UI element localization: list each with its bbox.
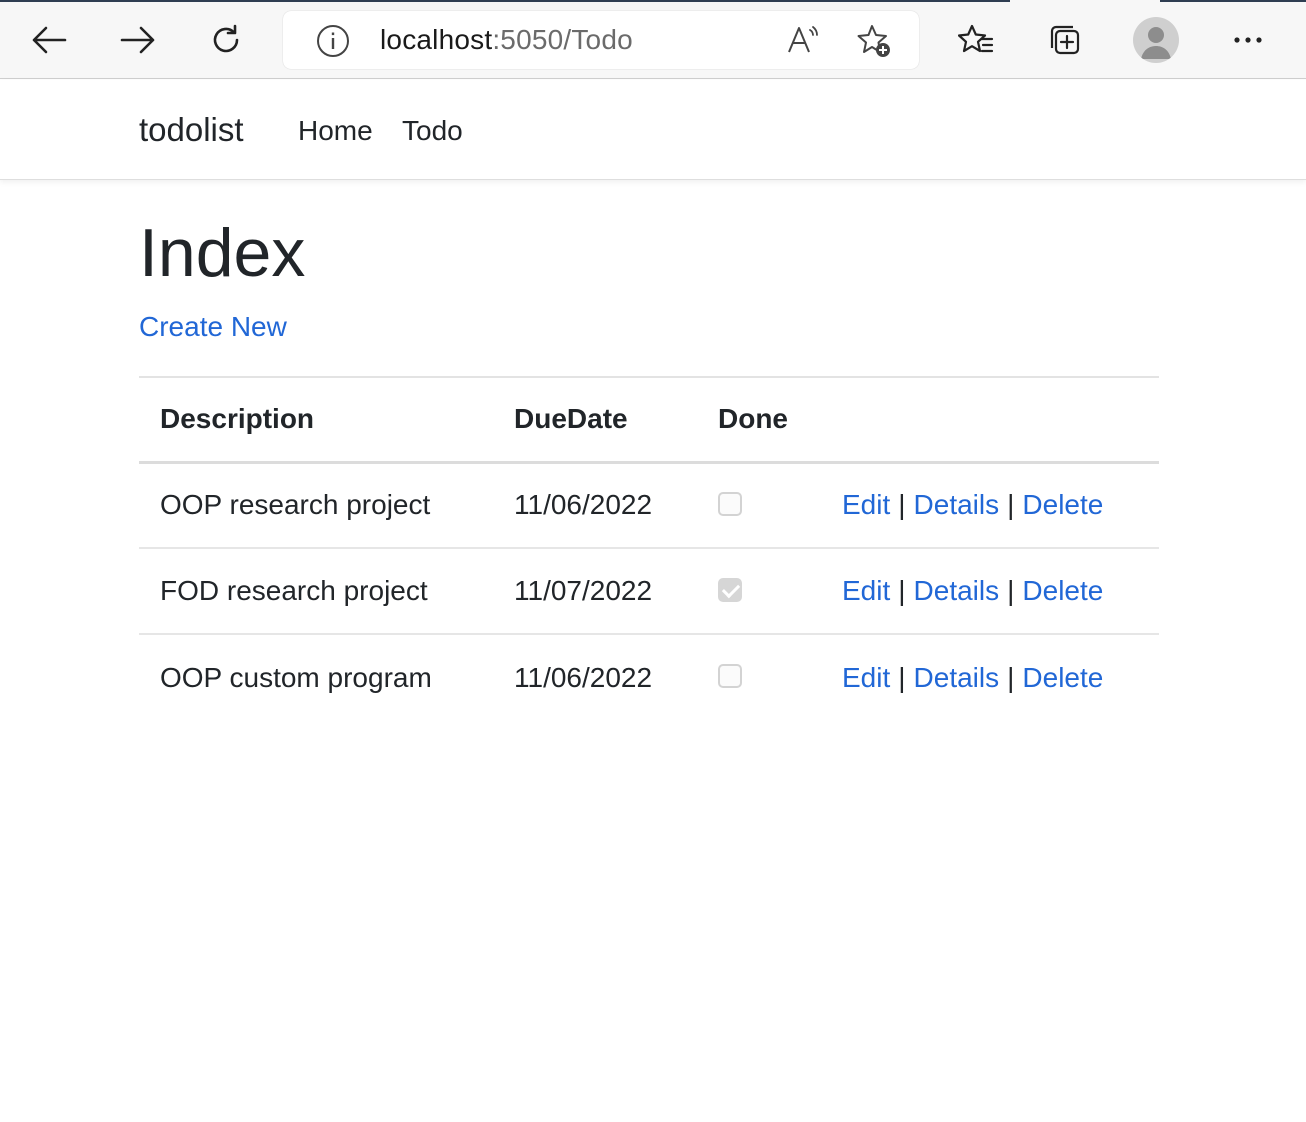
column-header-done: Done [718, 403, 788, 435]
address-url[interactable]: localhost:5050/Todo [380, 24, 633, 56]
nav-link-todo[interactable]: Todo [402, 115, 463, 147]
site-navbar: todolist Home Todo [0, 80, 1306, 180]
column-header-duedate: DueDate [514, 403, 628, 435]
action-separator: | [1007, 575, 1015, 606]
action-separator: | [1007, 661, 1015, 693]
row-actions: Edit | Details | Delete [842, 634, 1159, 720]
delete-link[interactable]: Delete [1022, 489, 1103, 520]
favorites-icon[interactable] [956, 20, 996, 60]
details-link[interactable]: Details [914, 575, 1000, 606]
read-aloud-icon[interactable] [786, 23, 820, 62]
forward-arrow-icon[interactable] [118, 20, 158, 60]
brand-link[interactable]: todolist [139, 112, 244, 148]
address-bar[interactable]: localhost:5050/Todo [283, 11, 919, 69]
edit-link[interactable]: Edit [842, 575, 890, 606]
more-options-icon[interactable] [1228, 20, 1268, 60]
delete-link[interactable]: Delete [1022, 575, 1103, 606]
edit-link[interactable]: Edit [842, 489, 890, 520]
table-header-row: Description DueDate Done [139, 377, 1159, 462]
cell-description: OOP custom program [160, 661, 432, 693]
profile-avatar-icon[interactable] [1133, 17, 1179, 63]
url-path: :5050/Todo [492, 24, 633, 55]
done-checkbox [718, 577, 742, 602]
cell-duedate: 11/06/2022 [514, 489, 653, 521]
action-separator: | [898, 575, 906, 606]
row-actions: Edit | Details | Delete [842, 548, 1159, 634]
row-actions: Edit | Details | Delete [842, 462, 1159, 548]
table-row: OOP research project 11/06/2022 Edit | Det… [139, 462, 1159, 548]
done-checkbox [718, 664, 742, 689]
action-separator: | [898, 661, 906, 693]
add-favorite-icon[interactable] [856, 23, 892, 64]
action-separator: | [898, 489, 906, 521]
create-new-link[interactable]: Create New [139, 310, 287, 344]
refresh-icon[interactable] [206, 20, 246, 60]
cell-description: FOD research project [160, 575, 428, 606]
window-edge [1160, 0, 1306, 2]
cell-duedate: 11/07/2022 [514, 575, 653, 606]
page-title: Index [139, 215, 306, 291]
column-header-description: Description [160, 403, 315, 435]
cell-description: OOP research project [160, 489, 431, 521]
done-checkbox [718, 491, 742, 516]
delete-link[interactable]: Delete [1022, 662, 1103, 693]
action-separator: | [1007, 489, 1015, 521]
collections-icon[interactable] [1044, 20, 1084, 60]
nav-link-home[interactable]: Home [298, 115, 373, 147]
info-icon[interactable] [316, 24, 350, 63]
column-header-actions [842, 377, 1159, 462]
url-host: localhost [380, 24, 493, 55]
todo-table: Description DueDate Done OOP research pr… [139, 376, 1159, 720]
details-link[interactable]: Details [914, 662, 1000, 693]
table-row: OOP custom program 11/06/2022 Edit | Detai… [139, 634, 1159, 720]
browser-toolbar: localhost:5050/Todo [0, 0, 1306, 79]
window-edge [0, 0, 1010, 2]
table-row: FOD research project 11/07/2022 Edit | Det… [139, 548, 1159, 634]
cell-duedate: 11/06/2022 [514, 661, 653, 693]
edit-link[interactable]: Edit [842, 662, 890, 693]
details-link[interactable]: Details [914, 489, 1000, 520]
back-arrow-icon[interactable] [29, 20, 69, 60]
